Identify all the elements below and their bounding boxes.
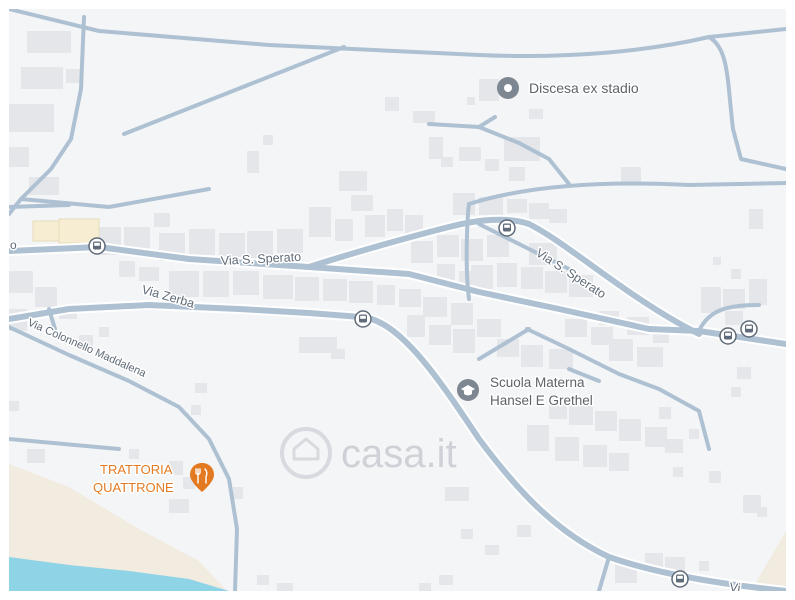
graduation-cap-icon[interactable] [457, 379, 479, 401]
highlighted-buildings [32, 218, 100, 244]
place-pin-icon[interactable] [497, 77, 519, 99]
poi-label-discesa-ex-stadio[interactable]: Discesa ex stadio [528, 79, 641, 98]
street-label-edge-left: o [10, 238, 17, 252]
poi-label-scuola-line1[interactable]: Scuola Materna [489, 374, 587, 392]
bus-stop-icon[interactable] [671, 570, 689, 588]
bus-stop-icon[interactable] [354, 310, 372, 328]
map-canvas[interactable]: o Via S. Sperato Via S. Sperato Via Zerb… [9, 9, 786, 591]
bus-stop-icon[interactable] [719, 327, 737, 345]
map-background [9, 9, 786, 591]
poi-label-trattoria-line1[interactable]: TRATTORIA [99, 461, 175, 479]
street-label-edge-bottom: Vi [729, 580, 742, 591]
bus-stop-icon[interactable] [88, 237, 106, 255]
watermark-text: casa.it [341, 432, 457, 476]
bus-stop-icon[interactable] [498, 219, 516, 237]
bus-stop-icon[interactable] [740, 320, 758, 338]
poi-label-trattoria-line2[interactable]: QUATTRONE [92, 479, 176, 497]
poi-label-scuola-line2[interactable]: Hansel E Grethel [489, 392, 595, 410]
map-frame[interactable]: o Via S. Sperato Via S. Sperato Via Zerb… [0, 0, 795, 600]
